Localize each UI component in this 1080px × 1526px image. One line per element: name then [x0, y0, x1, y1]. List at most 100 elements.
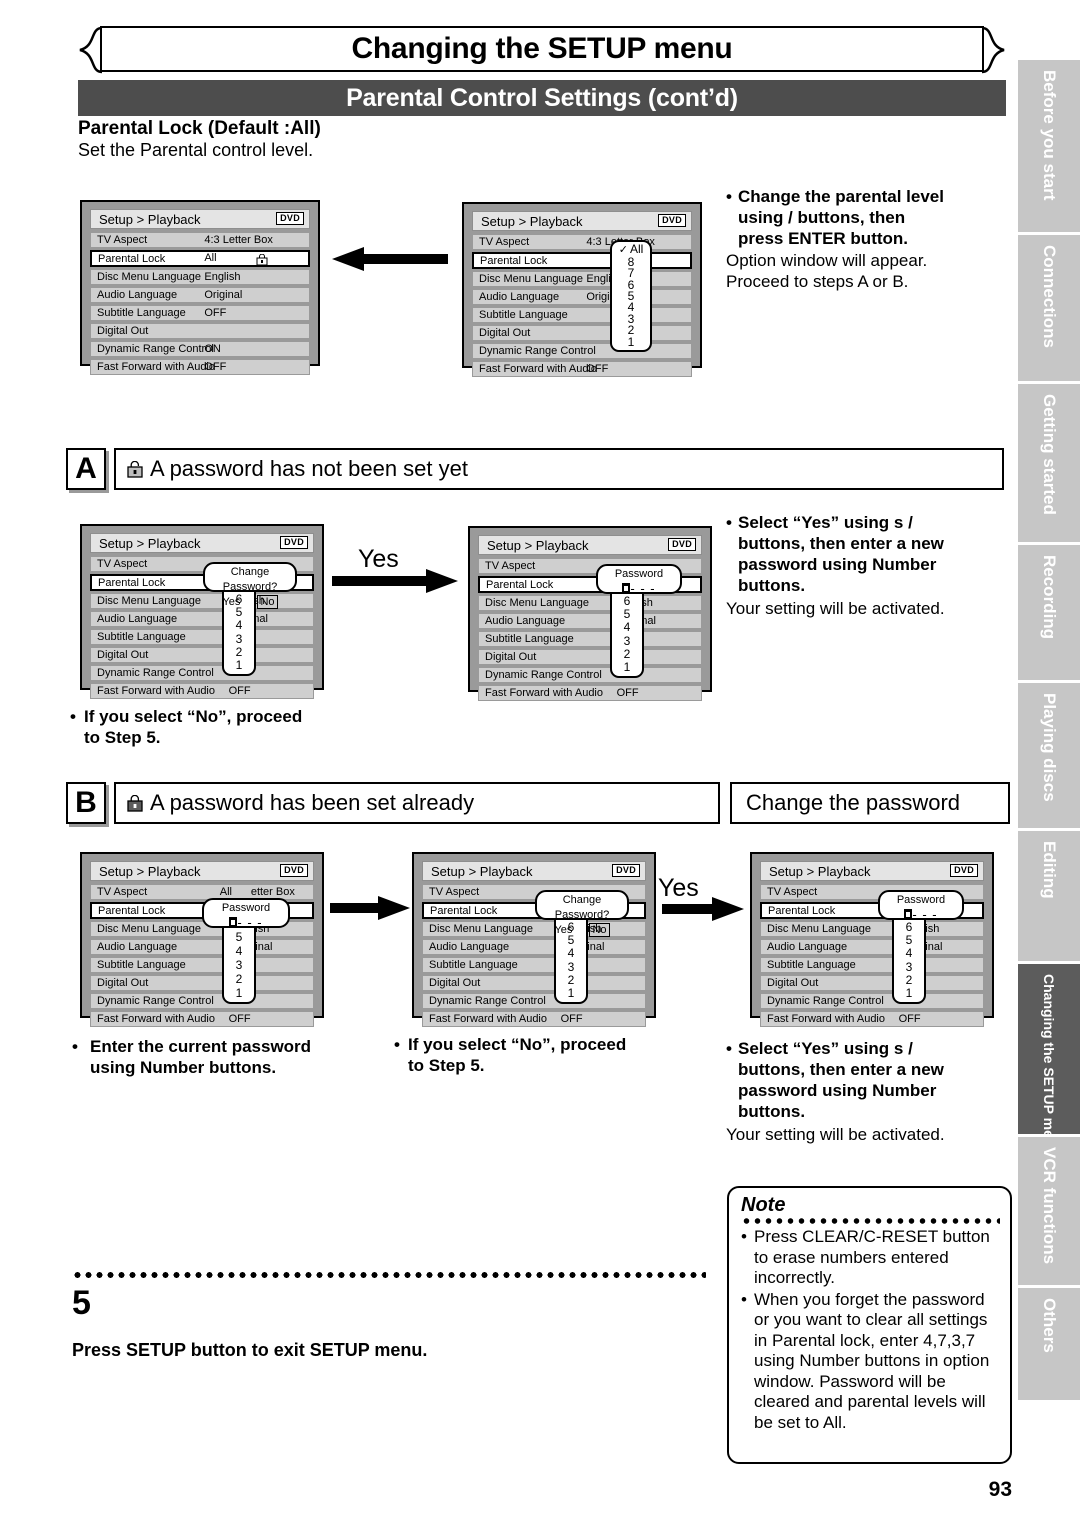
password-entry-dialog[interactable]: Password - - - — [202, 898, 290, 930]
table-row-parental-lock[interactable]: Parental Lock All — [90, 250, 310, 267]
sidebar-item-vcr-functions[interactable]: VCR functions — [1018, 1137, 1080, 1285]
option-item[interactable]: 4 — [224, 945, 254, 957]
table-row[interactable]: Disc Menu Language English — [90, 269, 310, 285]
change-password-dialog[interactable]: Change Password? Yes No — [203, 562, 297, 609]
subsection-heading: Parental Lock (Default :All) — [78, 118, 321, 139]
table-row[interactable]: Dynamic Range Control — [90, 993, 314, 1009]
sidebar-item-recording[interactable]: Recording — [1018, 545, 1080, 680]
section-a-header: A A password has not been set yet — [66, 448, 1010, 494]
option-item[interactable]: 4 — [894, 947, 924, 959]
option-item[interactable]: 4 — [224, 619, 254, 631]
option-item[interactable]: 5 — [224, 931, 254, 943]
table-row[interactable]: Audio Language inal — [422, 939, 646, 955]
yes-button[interactable]: Yes — [554, 924, 572, 936]
option-item[interactable]: 3 — [556, 961, 586, 973]
table-row[interactable]: Subtitle Language — [90, 629, 314, 645]
option-item[interactable]: 2 — [224, 973, 254, 985]
password-dots: - - - — [912, 907, 938, 922]
table-row[interactable]: Disc Menu Language ish — [760, 921, 984, 937]
table-row[interactable]: Dynamic Range Control — [422, 993, 646, 1009]
table-row[interactable]: Dynamic Range Control — [90, 665, 314, 681]
sidebar-item-editing[interactable]: Editing — [1018, 831, 1080, 961]
table-row[interactable]: TV Aspect4:3 Letter Box — [90, 232, 310, 248]
table-row[interactable]: Fast Forward with Audio OFF — [90, 683, 314, 699]
row-label: Dynamic Range Control — [767, 995, 884, 1007]
option-item[interactable]: 2 — [894, 974, 924, 986]
sidebar-item-others[interactable]: Others — [1018, 1288, 1080, 1400]
table-row[interactable]: Audio Language inal — [90, 939, 314, 955]
table-row[interactable]: Subtitle Language OFF — [90, 305, 310, 321]
table-row[interactable]: Dynamic Range Control — [472, 343, 692, 359]
option-item[interactable]: 3 — [224, 633, 254, 645]
password-field[interactable]: - - - — [204, 916, 288, 930]
sidebar-item-connections[interactable]: Connections — [1018, 235, 1080, 381]
table-row[interactable]: Audio Language Original — [90, 287, 310, 303]
table-row[interactable]: Subtitle Language — [422, 957, 646, 973]
table-row[interactable]: Fast Forward with Audio OFF — [90, 1011, 314, 1027]
sidebar-item-before-you-start[interactable]: Before you start — [1018, 60, 1080, 232]
option-item[interactable]: 1 — [224, 659, 254, 671]
option-item[interactable]: 5 — [612, 608, 642, 620]
table-row[interactable]: Fast Forward with Audio OFF — [472, 361, 692, 377]
table-row[interactable]: Digital Out — [90, 323, 310, 339]
option-item[interactable]: 3 — [894, 961, 924, 973]
row-label: Disc Menu Language — [429, 923, 533, 935]
password-field[interactable]: - - - — [598, 582, 680, 596]
option-item[interactable]: 1 — [556, 987, 586, 999]
table-row[interactable]: Fast Forward with Audio OFF — [760, 1011, 984, 1027]
table-row[interactable]: Digital Out — [422, 975, 646, 991]
option-item[interactable]: 3 — [612, 635, 642, 647]
table-row[interactable]: Audio Language inal — [90, 611, 314, 627]
table-row[interactable]: Digital Out — [90, 647, 314, 663]
table-row[interactable]: Audio Language Original — [472, 289, 692, 305]
table-row[interactable]: Digital Out — [472, 325, 692, 341]
table-row[interactable]: TV Aspect4:3 Letter Box — [472, 234, 692, 250]
table-row[interactable]: Disc Menu Language ish — [478, 595, 702, 611]
table-row[interactable]: Digital Out — [90, 975, 314, 991]
option-item[interactable]: 1 — [612, 336, 650, 348]
option-item[interactable]: 6 — [612, 595, 642, 607]
table-row[interactable]: Dynamic Range Control — [760, 993, 984, 1009]
parental-level-option-window[interactable]: ✓ All 8 7 6 5 4 3 2 1 — [610, 240, 652, 352]
sidebar-item-playing-discs[interactable]: Playing discs — [1018, 683, 1080, 828]
password-field[interactable]: - - - — [880, 908, 962, 922]
table-row[interactable]: Subtitle Language — [472, 307, 692, 323]
option-item[interactable]: 4 — [612, 621, 642, 633]
dvd-badge: DVD — [950, 864, 978, 877]
password-entry-dialog[interactable]: Password - - - — [878, 890, 964, 922]
option-item[interactable]: 5 — [894, 934, 924, 946]
option-item[interactable]: 4 — [556, 947, 586, 959]
change-password-dialog[interactable]: Change Password? Yes No — [535, 890, 629, 937]
no-button[interactable]: No — [257, 595, 278, 609]
option-item[interactable]: 3 — [224, 959, 254, 971]
option-item[interactable]: 1 — [224, 987, 254, 999]
table-row[interactable]: Dynamic Range Control ON — [90, 341, 310, 357]
row-value: English — [204, 271, 241, 283]
table-row[interactable]: Disc Menu Language English — [472, 271, 692, 287]
option-item[interactable]: 1 — [612, 661, 642, 673]
table-row[interactable]: Subtitle Language — [760, 957, 984, 973]
option-item[interactable]: 6 — [894, 921, 924, 933]
table-row[interactable]: Subtitle Language — [478, 631, 702, 647]
row-value: inal — [925, 941, 943, 953]
option-item[interactable]: 2 — [224, 646, 254, 658]
table-row[interactable]: Digital Out — [760, 975, 984, 991]
yes-button[interactable]: Yes — [222, 596, 240, 608]
sidebar-item-getting-started[interactable]: Getting started — [1018, 384, 1080, 542]
sidebar-item-changing-the-setup-menu[interactable]: Changing the SETUP menu — [1018, 964, 1080, 1155]
option-item[interactable]: 1 — [894, 987, 924, 999]
side-tab-strip: Before you start Connections Getting sta… — [1018, 60, 1080, 1403]
option-item[interactable]: 2 — [556, 974, 586, 986]
table-row[interactable]: Audio Language inal — [760, 939, 984, 955]
table-row[interactable]: Digital Out — [478, 649, 702, 665]
table-row[interactable]: Subtitle Language — [90, 957, 314, 973]
table-row[interactable]: Fast Forward with Audio OFF — [478, 685, 702, 701]
table-row-parental-lock[interactable]: Parental Lock — [472, 252, 692, 269]
no-button[interactable]: No — [589, 923, 610, 937]
table-row[interactable]: Audio Language inal — [478, 613, 702, 629]
option-item[interactable]: 2 — [612, 648, 642, 660]
password-entry-dialog[interactable]: Password - - - — [596, 564, 682, 596]
table-row[interactable]: Fast Forward with Audio OFF — [90, 359, 310, 375]
table-row[interactable]: Fast Forward with Audio OFF — [422, 1011, 646, 1027]
table-row[interactable]: Dynamic Range Control — [478, 667, 702, 683]
